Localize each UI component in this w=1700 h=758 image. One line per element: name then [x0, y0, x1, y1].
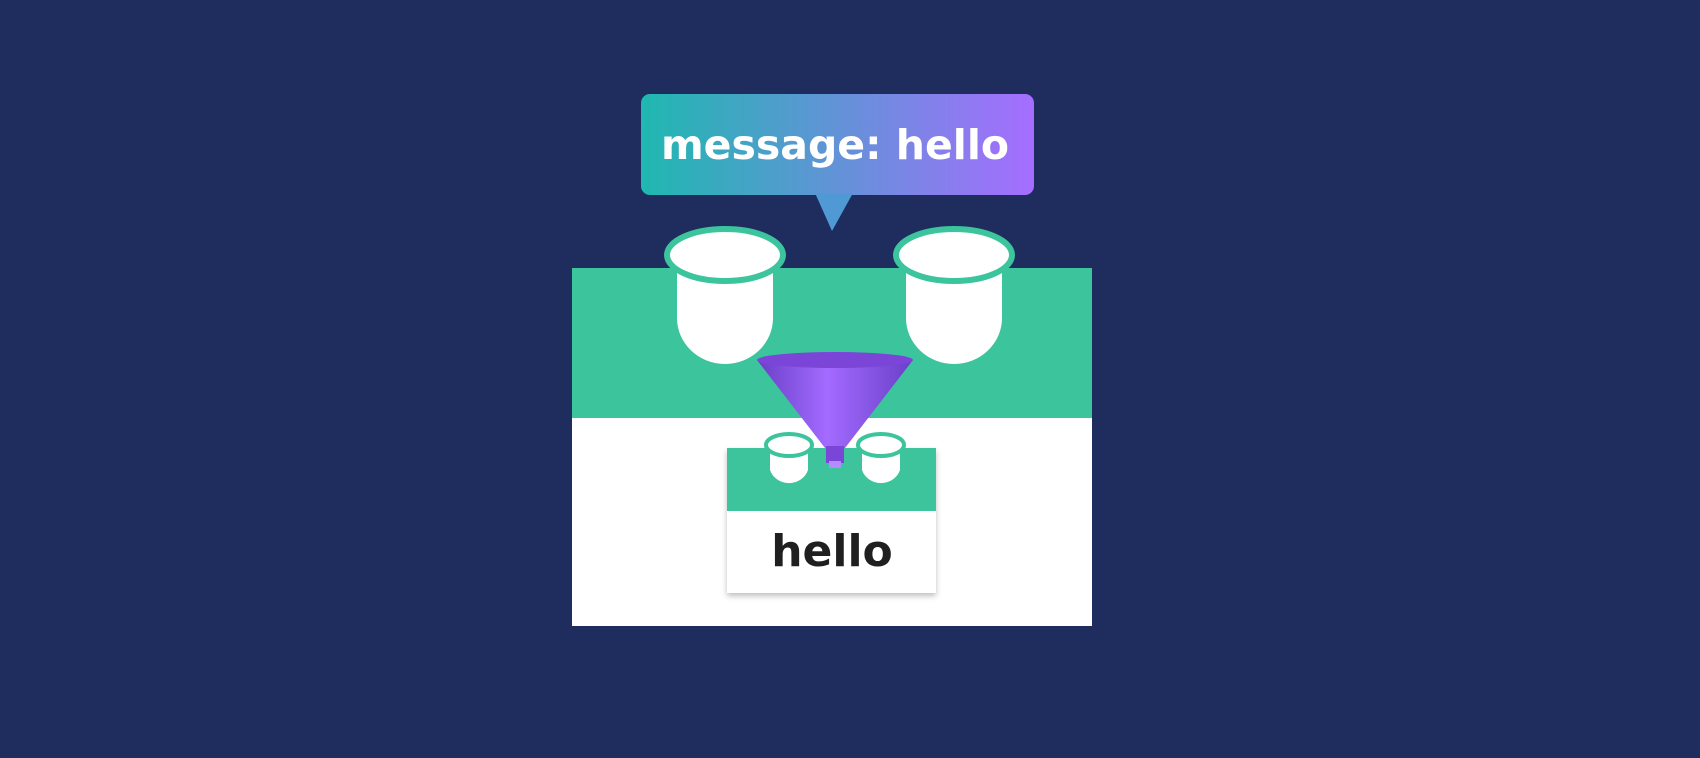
component-data-flow-diagram: message: hello hello [572, 94, 1092, 626]
child-component-text: hello [771, 526, 893, 577]
speech-bubble-pointer [815, 193, 853, 231]
speech-bubble: message: hello [641, 94, 1034, 231]
speech-bubble-text: message: hello [661, 121, 1009, 169]
diagram-stage: message: hello hello [0, 0, 1700, 758]
